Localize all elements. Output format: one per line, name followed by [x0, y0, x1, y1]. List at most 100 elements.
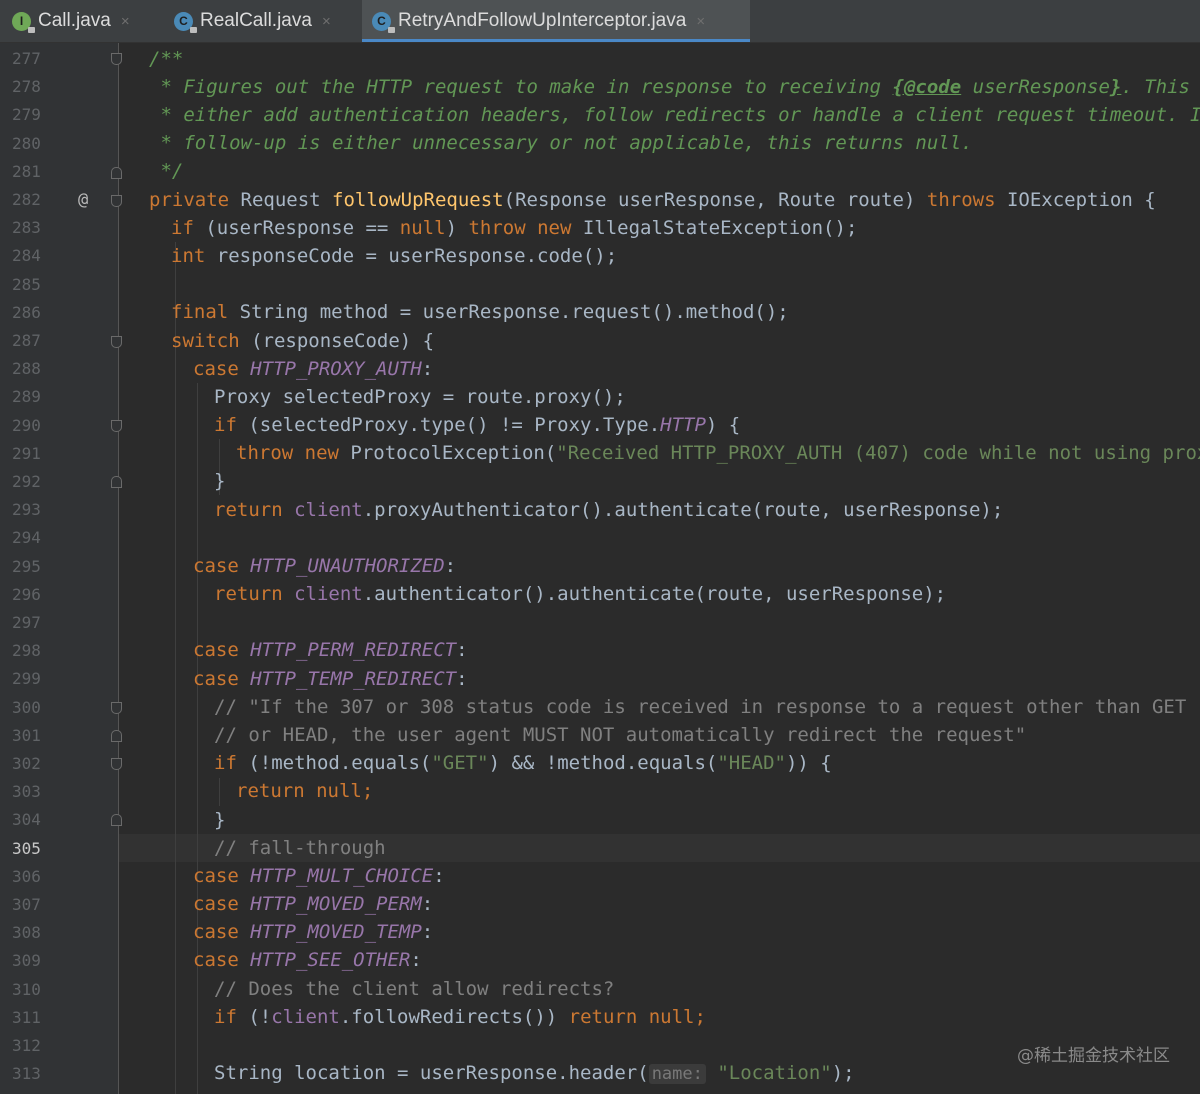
code-line-313: String location = userResponse.header(na…: [214, 1062, 855, 1084]
fold-icon[interactable]: [111, 195, 122, 207]
line-number: 288: [12, 359, 41, 378]
line-number: 279: [12, 105, 41, 124]
fold-icon[interactable]: [111, 420, 122, 432]
code-line-283: if (userResponse == null) throw new Ille…: [171, 217, 858, 239]
code-line-295: case HTTP_UNAUTHORIZED:: [193, 555, 457, 577]
line-number: 298: [12, 641, 41, 660]
code-line-304: }: [214, 809, 226, 831]
line-number: 310: [12, 980, 41, 999]
line-number: 294: [12, 528, 41, 547]
line-number: 292: [12, 472, 41, 491]
code-line-282: private Request followUpRequest(Response…: [149, 189, 1156, 211]
line-number: 291: [12, 444, 41, 463]
line-number: 290: [12, 416, 41, 435]
code-line-305: // fall-through: [214, 837, 386, 859]
line-number: 284: [12, 246, 41, 265]
line-number: 309: [12, 951, 41, 970]
fold-icon[interactable]: [111, 702, 122, 714]
class-icon-letter: C: [179, 14, 188, 28]
code-line-289: Proxy selectedProxy = route.proxy();: [214, 386, 626, 408]
code-line-293: return client.proxyAuthenticator().authe…: [214, 499, 1004, 521]
line-number: 280: [12, 134, 41, 153]
close-icon[interactable]: ×: [322, 13, 331, 30]
line-number: 312: [12, 1036, 41, 1055]
line-number: 302: [12, 754, 41, 773]
code-line-288: case HTTP_PROXY_AUTH:: [193, 358, 434, 380]
line-number: 281: [12, 162, 41, 181]
fold-icon[interactable]: [111, 730, 122, 742]
line-number: 303: [12, 782, 41, 801]
tab-label: RetryAndFollowUpInterceptor.java: [398, 10, 687, 31]
code-line-303: return null;: [236, 780, 374, 802]
line-number: 306: [12, 867, 41, 886]
class-icon: C: [372, 11, 395, 33]
line-number: 287: [12, 331, 41, 350]
editor-tab-bar: I Call.java × C RealCall.java × C RetryA…: [0, 0, 1200, 43]
line-number: 311: [12, 1008, 41, 1027]
line-number: 297: [12, 613, 41, 632]
line-number: 283: [12, 218, 41, 237]
code-line-277: /**: [149, 48, 184, 70]
code-line-281: */: [149, 160, 184, 182]
tab-label: RealCall.java: [200, 10, 312, 31]
code-line-286: final String method = userResponse.reque…: [171, 301, 789, 323]
watermark: @稀土掘金技术社区: [1017, 1046, 1170, 1066]
fold-icon[interactable]: [111, 53, 122, 65]
line-number: 286: [12, 303, 41, 322]
fold-icon[interactable]: [111, 167, 122, 179]
code-line-278: * Figures out the HTTP request to make i…: [149, 76, 1190, 98]
code-line-307: case HTTP_MOVED_PERM:: [193, 893, 434, 915]
indent-guide: [197, 383, 198, 1094]
line-number: 278: [12, 77, 41, 96]
code-line-309: case HTTP_SEE_OTHER:: [193, 949, 422, 971]
line-number: 285: [12, 275, 41, 294]
code-line-284: int responseCode = userResponse.code();: [171, 245, 618, 267]
fold-icon[interactable]: [111, 758, 122, 770]
class-icon-letter: C: [377, 14, 386, 28]
line-number: 299: [12, 669, 41, 688]
code-line-299: case HTTP_TEMP_REDIRECT:: [193, 668, 468, 690]
parameter-hint: name:: [648, 1064, 706, 1084]
code-line-308: case HTTP_MOVED_TEMP:: [193, 921, 434, 943]
code-line-287: switch (responseCode) {: [171, 330, 435, 352]
interface-icon-letter: I: [19, 14, 24, 28]
indent-guide: [219, 778, 220, 806]
code-line-291: throw new ProtocolException("Received HT…: [236, 442, 1200, 464]
line-number: 301: [12, 726, 41, 745]
line-number: 300: [12, 698, 41, 717]
lock-icon: [28, 26, 35, 33]
line-number: 296: [12, 585, 41, 604]
tab-realcall-java[interactable]: C RealCall.java ×: [174, 0, 360, 42]
line-number: 308: [12, 923, 41, 942]
fold-icon[interactable]: [111, 476, 122, 488]
line-number: 313: [12, 1064, 41, 1083]
tab-call-java[interactable]: I Call.java ×: [12, 0, 164, 42]
indent-guide: [175, 242, 176, 1094]
line-number: 293: [12, 500, 41, 519]
code-line-310: // Does the client allow redirects?: [214, 978, 615, 1000]
code-line-302: if (!method.equals("GET") && !method.equ…: [214, 752, 832, 774]
lock-icon: [190, 26, 197, 33]
line-number: 289: [12, 387, 41, 406]
code-line-311: if (!client.followRedirects()) return nu…: [214, 1006, 706, 1028]
line-number: 277: [12, 49, 41, 68]
code-line-290: if (selectedProxy.type() != Proxy.Type.H…: [214, 414, 741, 436]
code-line-298: case HTTP_PERM_REDIRECT:: [193, 639, 468, 661]
code-line-292: }: [214, 470, 226, 492]
line-number: 304: [12, 810, 41, 829]
code-line-300: // "If the 307 or 308 status code is rec…: [214, 696, 1187, 718]
close-icon[interactable]: ×: [696, 13, 705, 30]
code-line-280: * follow-up is either unnecessary or not…: [149, 132, 973, 154]
line-number: 307: [12, 895, 41, 914]
tab-retryandfollowupinterceptor-java[interactable]: C RetryAndFollowUpInterceptor.java ×: [362, 0, 750, 42]
line-number: 295: [12, 557, 41, 576]
override-marker-icon[interactable]: @: [78, 186, 88, 214]
lock-icon: [388, 26, 395, 33]
fold-icon[interactable]: [111, 814, 122, 826]
line-number: 305: [12, 839, 41, 858]
class-icon: C: [174, 11, 197, 33]
tab-label: Call.java: [38, 10, 111, 31]
fold-icon[interactable]: [111, 336, 122, 348]
close-icon[interactable]: ×: [121, 13, 130, 30]
interface-icon: I: [12, 11, 35, 33]
